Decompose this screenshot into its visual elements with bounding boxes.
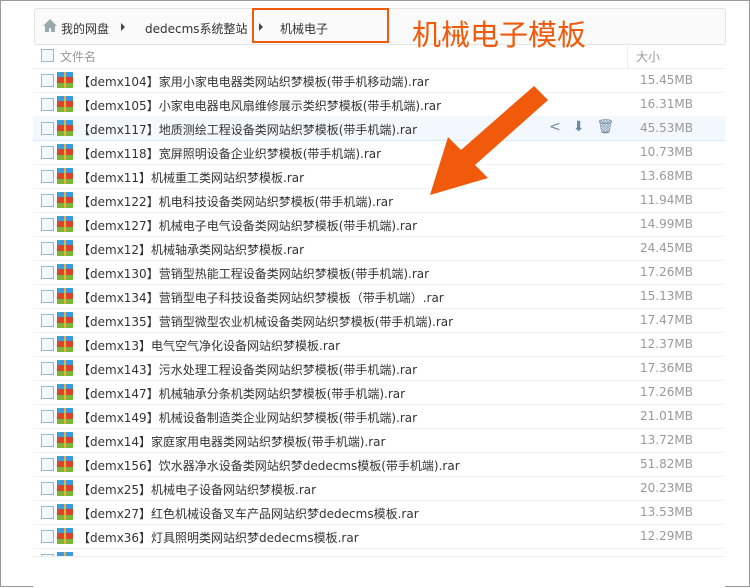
arrow-annotation (430, 86, 548, 195)
